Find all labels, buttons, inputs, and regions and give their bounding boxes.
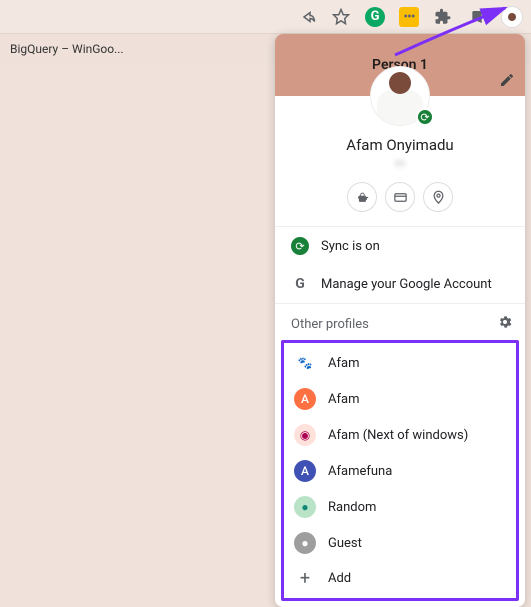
gear-icon[interactable] xyxy=(497,314,513,334)
toolbar: G ••• xyxy=(0,0,531,34)
payment-icon[interactable] xyxy=(385,182,415,212)
browser-tab[interactable]: BigQuery – WinGoo... xyxy=(10,42,124,56)
action-icons xyxy=(275,182,525,212)
other-profiles-header: Other profiles xyxy=(275,304,525,340)
sync-row[interactable]: ⟳ Sync is on xyxy=(275,227,525,265)
profile-avatar-button[interactable] xyxy=(501,6,523,28)
extensions-icon[interactable] xyxy=(433,7,453,27)
sync-icon: ⟳ xyxy=(291,237,309,255)
profile-name: Afam Onyimadu xyxy=(275,136,525,154)
add-label: Add xyxy=(328,571,351,586)
profile-list: 🐾 Afam A Afam ◉ Afam (Next of windows) A Afamef… xyxy=(281,340,519,601)
profile-item[interactable]: A Afam xyxy=(284,381,516,417)
profile-avatar-icon: A xyxy=(294,460,316,482)
profile-item-label: Afamefuna xyxy=(328,464,392,479)
profile-avatar-icon: A xyxy=(294,388,316,410)
profile-avatar-icon: ● xyxy=(294,532,316,554)
sync-badge-icon: ⟳ xyxy=(416,108,434,126)
google-icon: G xyxy=(291,275,309,293)
sync-label: Sync is on xyxy=(321,239,380,254)
profile-item[interactable]: ● Guest xyxy=(284,525,516,561)
profile-item-label: Afam (Next of windows) xyxy=(328,428,468,443)
addresses-icon[interactable] xyxy=(423,182,453,212)
profile-item[interactable]: 🐾 Afam xyxy=(284,345,516,381)
manage-account-label: Manage your Google Account xyxy=(321,277,492,292)
profile-email: m xyxy=(275,156,525,170)
extension-grammarly-icon[interactable]: G xyxy=(365,7,385,27)
profile-item-label: Afam xyxy=(328,392,359,407)
profile-item-label: Guest xyxy=(328,536,362,551)
profile-panel: Person 1 ⟳ Afam Onyimadu m ⟳ Sync is on … xyxy=(275,34,525,607)
profile-item-label: Afam xyxy=(328,356,359,371)
profile-avatar-icon: ◉ xyxy=(294,424,316,446)
manage-account-row[interactable]: G Manage your Google Account xyxy=(275,265,525,303)
avatar-wrap: ⟳ xyxy=(275,66,525,126)
profile-avatar-icon: ● xyxy=(294,496,316,518)
profile-avatar-icon: 🐾 xyxy=(294,352,316,374)
extension-yellow-icon[interactable]: ••• xyxy=(399,7,419,27)
other-profiles-label: Other profiles xyxy=(291,317,369,332)
add-profile-button[interactable]: + Add xyxy=(284,561,516,596)
profile-item[interactable]: ◉ Afam (Next of windows) xyxy=(284,417,516,453)
star-icon[interactable] xyxy=(331,7,351,27)
passwords-icon[interactable] xyxy=(347,182,377,212)
bookmark-icon[interactable] xyxy=(467,7,487,27)
profile-item[interactable]: ● Random xyxy=(284,489,516,525)
profile-item-label: Random xyxy=(328,500,376,515)
share-icon[interactable] xyxy=(297,7,317,27)
plus-icon: + xyxy=(294,568,316,589)
profile-item[interactable]: A Afamefuna xyxy=(284,453,516,489)
